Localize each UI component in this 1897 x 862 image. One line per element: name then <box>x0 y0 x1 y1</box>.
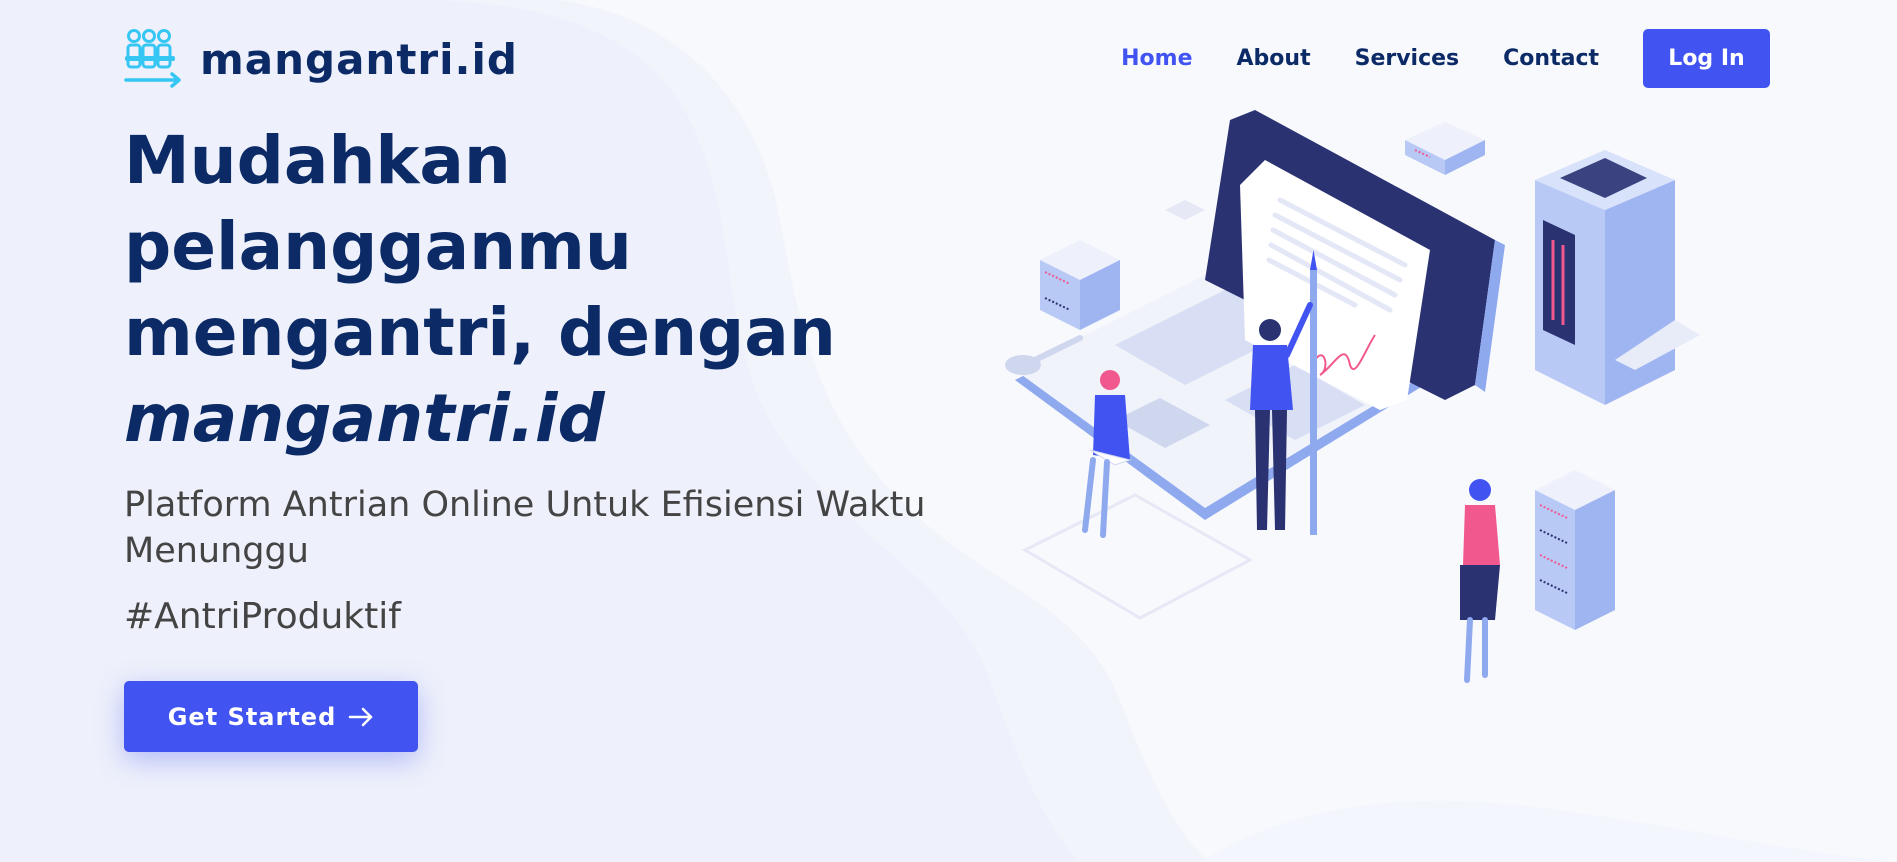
outline-tile <box>1021 493 1254 620</box>
nav-services[interactable]: Services <box>1355 46 1460 71</box>
main-nav: Home About Services Contact Log In <box>1077 29 1770 88</box>
hero-hashtag: #AntriProduktif <box>124 596 401 637</box>
hero-illustration <box>1005 110 1700 683</box>
server-stack-left <box>1040 240 1120 330</box>
logo-link[interactable]: mangantri.id <box>124 28 518 90</box>
hero-title-line: mengantri, dengan <box>124 294 836 371</box>
people-queue-icon <box>124 29 181 88</box>
small-server-top <box>1405 122 1485 175</box>
hero-title: Mudahkan pelangganmu mengantri, dengan m… <box>124 118 984 462</box>
logo-text: mangantri.id <box>200 34 518 84</box>
get-started-label: Get Started <box>167 702 337 731</box>
login-button[interactable]: Log In <box>1643 29 1770 88</box>
hero-title-line: pelangganmu <box>124 208 632 285</box>
hero-title-line: Mudahkan <box>124 122 511 199</box>
site-header: mangantri.id Home About Services Contact… <box>0 0 1897 116</box>
floating-tile <box>1165 200 1205 220</box>
hero-title-brand: mangantri.id <box>124 380 605 457</box>
get-started-button[interactable]: Get Started <box>124 681 418 752</box>
hero-subtitle: Platform Antrian Online Untuk Efisiensi … <box>124 485 926 571</box>
hero-section: Mudahkan pelangganmu mengantri, dengan m… <box>124 118 984 637</box>
pencil-illustration <box>1310 250 1317 535</box>
server-stack-right <box>1535 470 1615 630</box>
nav-contact[interactable]: Contact <box>1503 46 1599 71</box>
nav-home[interactable]: Home <box>1121 46 1192 71</box>
arrow-right-icon <box>349 707 373 726</box>
nav-about[interactable]: About <box>1237 46 1311 71</box>
server-tower-side <box>1605 180 1675 405</box>
person-woman-standing <box>1460 479 1500 683</box>
